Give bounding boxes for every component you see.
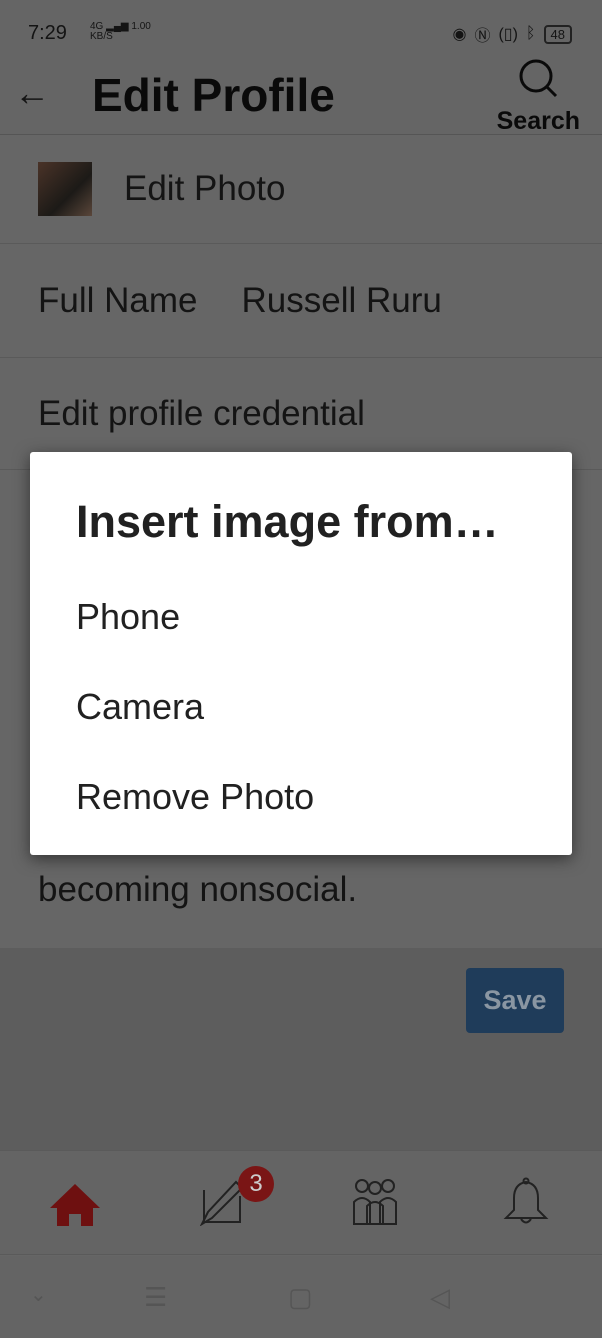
bottom-nav: 3	[0, 1150, 602, 1255]
nav-people[interactable]	[350, 1176, 410, 1236]
network-indicator: 4G ▂▄▆ 1.00 KB/S	[90, 21, 151, 42]
full-name-row[interactable]: Full Name Russell Ruru	[0, 244, 602, 358]
search-label: Search	[496, 107, 580, 135]
bell-icon	[503, 1177, 549, 1224]
battery-icon: 48	[543, 24, 572, 44]
status-icons: ◉ Ⓝ (▯) ᛒ 48	[452, 22, 572, 46]
search-button[interactable]: Search	[497, 58, 580, 136]
full-name-label: Full Name	[38, 280, 198, 320]
save-area: Save	[0, 948, 602, 1150]
home-icon	[50, 1184, 100, 1226]
back-arrow-icon[interactable]: ←	[14, 72, 50, 114]
option-phone[interactable]: Phone	[76, 596, 180, 638]
bio-text[interactable]: becoming nonsocial.	[38, 870, 357, 910]
back-system-icon[interactable]: ◁	[430, 1282, 450, 1313]
option-remove-photo[interactable]: Remove Photo	[76, 776, 314, 818]
search-icon	[519, 59, 558, 98]
dialog-title: Insert image from…	[76, 496, 499, 547]
app-header: ← Edit Profile Search	[0, 50, 602, 135]
nav-notifications[interactable]	[502, 1176, 562, 1236]
option-camera[interactable]: Camera	[76, 686, 204, 728]
menu-icon[interactable]: ☰	[144, 1282, 167, 1313]
collapse-chevron-icon[interactable]: ⌄	[30, 1282, 47, 1307]
nav-compose[interactable]: 3	[199, 1166, 274, 1236]
avatar	[38, 162, 92, 216]
compose-badge: 3	[238, 1166, 274, 1202]
system-nav-bar: ⌄ ☰ ▢ ◁	[0, 1256, 602, 1338]
insert-image-dialog: Insert image from… Phone Camera Remove P…	[30, 452, 572, 855]
save-button[interactable]: Save	[466, 968, 564, 1033]
nfc-icon: Ⓝ	[474, 28, 491, 45]
status-bar: 7:29 4G ▂▄▆ 1.00 KB/S ◉ Ⓝ (▯) ᛒ 48	[0, 0, 602, 50]
bluetooth-icon: ᛒ	[525, 25, 536, 42]
edit-photo-row[interactable]: Edit Photo	[0, 135, 602, 244]
net-speed-unit: KB/S	[90, 31, 113, 42]
nav-home[interactable]	[46, 1176, 106, 1236]
data-saver-icon: ◉	[452, 26, 467, 43]
full-name-value: Russell Ruru	[241, 280, 442, 320]
vibrate-icon: (▯)	[498, 26, 518, 43]
home-system-icon[interactable]: ▢	[288, 1282, 313, 1313]
clock: 7:29	[28, 22, 67, 44]
credential-label: Edit profile credential	[38, 393, 365, 433]
people-icon	[353, 1179, 397, 1225]
edit-photo-label: Edit Photo	[124, 169, 286, 208]
net-speed: 1.00	[131, 21, 151, 32]
page-title: Edit Profile	[92, 69, 335, 121]
